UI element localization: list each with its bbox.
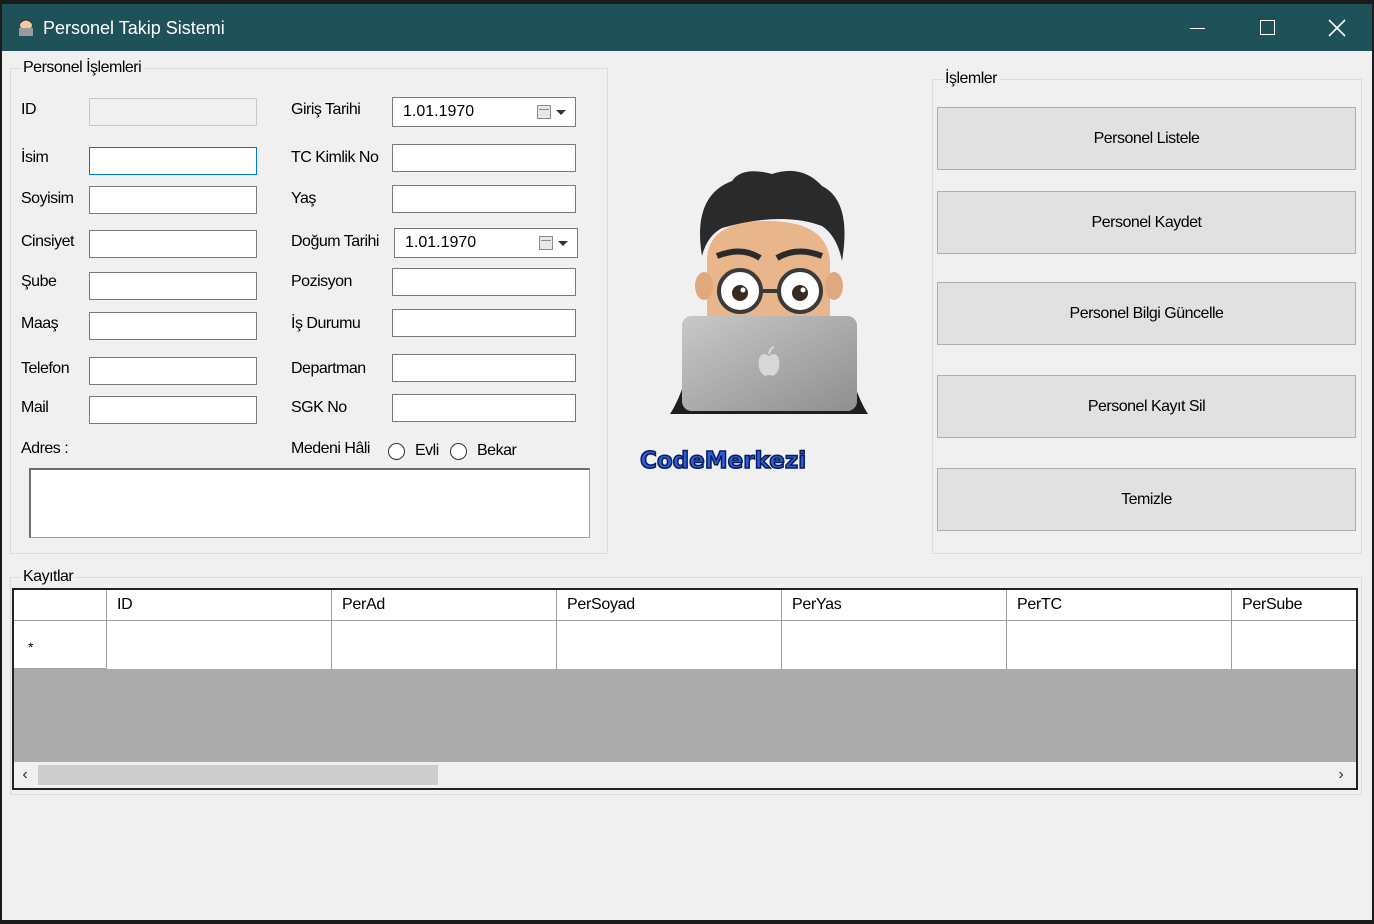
table-cell[interactable] <box>107 621 332 669</box>
personel-bilgi-guncelle-button[interactable]: Personel Bilgi Güncelle <box>937 282 1356 345</box>
table-cell[interactable] <box>1232 621 1356 669</box>
close-button[interactable] <box>1302 4 1372 51</box>
column-header-perad[interactable]: PerAd <box>332 590 557 620</box>
row-header-new[interactable]: * <box>14 621 107 669</box>
giris-tarihi-label: Giriş Tarihi <box>291 101 361 118</box>
sube-field[interactable] <box>89 272 257 300</box>
mail-label: Mail <box>21 399 49 416</box>
minimize-icon <box>1189 27 1205 30</box>
is-durumu-label: İş Durumu <box>291 315 361 332</box>
chevron-down-icon[interactable] <box>558 241 568 246</box>
window-title: Personel Takip Sistemi <box>43 18 225 38</box>
adres-textarea[interactable] <box>29 468 590 538</box>
person-app-icon <box>19 19 33 36</box>
sube-label: Şube <box>21 273 57 290</box>
maas-field[interactable] <box>89 312 257 340</box>
codemerkezi-logo: CodeMerkezi <box>639 447 807 475</box>
sgk-no-label: SGK No <box>291 399 347 416</box>
table-row[interactable]: * <box>14 621 1356 669</box>
title-bar[interactable]: Personel Takip Sistemi <box>2 4 1372 51</box>
maximize-icon <box>1259 20 1275 35</box>
column-header-peryas[interactable]: PerYas <box>782 590 1007 620</box>
personel-listele-button[interactable]: Personel Listele <box>937 107 1356 170</box>
bekar-radio[interactable] <box>450 443 467 460</box>
column-header-pertc[interactable]: PerTC <box>1007 590 1232 620</box>
evli-label[interactable]: Evli <box>415 442 439 460</box>
chevron-down-icon[interactable] <box>556 110 566 115</box>
sgk-no-field[interactable] <box>392 394 576 422</box>
chevron-left-icon[interactable]: ‹ <box>16 766 34 784</box>
soyisim-field[interactable] <box>89 186 257 214</box>
is-durumu-field[interactable] <box>392 309 576 337</box>
maas-label: Maaş <box>21 315 59 332</box>
column-header-persube[interactable]: PerSube <box>1232 590 1356 620</box>
column-header-id[interactable]: ID <box>107 590 332 620</box>
medeni-hali-label: Medeni Hâli <box>291 440 370 457</box>
tc-kimlik-no-label: TC Kimlik No <box>291 149 379 166</box>
departman-field[interactable] <box>392 354 576 382</box>
table-cell[interactable] <box>1007 621 1232 669</box>
main-window: Personel Takip Sistemi Personel İşlemler… <box>2 4 1372 920</box>
dogum-tarihi-label: Doğum Tarihi <box>291 233 379 250</box>
temizle-button[interactable]: Temizle <box>937 468 1356 531</box>
isim-label: İsim <box>21 149 49 166</box>
kayitlar-legend: Kayıtlar <box>21 568 76 586</box>
tc-kimlik-no-field[interactable] <box>392 144 576 172</box>
table-cell[interactable] <box>557 621 782 669</box>
telefon-label: Telefon <box>21 360 70 377</box>
close-icon <box>1328 18 1346 37</box>
avatar-illustration <box>670 170 868 414</box>
yas-field[interactable] <box>392 185 576 213</box>
adres-label: Adres : <box>21 440 69 457</box>
minimize-button[interactable] <box>1162 4 1232 51</box>
islemler-legend: İşlemler <box>943 70 1000 88</box>
scrollbar-thumb[interactable] <box>38 765 438 785</box>
yas-label: Yaş <box>291 190 316 207</box>
grid-header-row: ID PerAd PerSoyad PerYas PerTC PerSube <box>14 590 1356 621</box>
pozisyon-label: Pozisyon <box>291 273 352 290</box>
maximize-button[interactable] <box>1232 4 1302 51</box>
personel-kaydet-button[interactable]: Personel Kaydet <box>937 191 1356 254</box>
table-cell[interactable] <box>332 621 557 669</box>
mail-field[interactable] <box>89 396 257 424</box>
giris-tarihi-value: 1.01.1970 <box>403 103 475 120</box>
table-cell[interactable] <box>782 621 1007 669</box>
id-field[interactable] <box>89 98 257 126</box>
new-row-marker: * <box>28 639 34 655</box>
chevron-right-icon[interactable]: › <box>1332 766 1350 784</box>
departman-label: Departman <box>291 360 366 377</box>
id-label: ID <box>21 101 37 118</box>
cinsiyet-field[interactable] <box>89 230 257 258</box>
pozisyon-field[interactable] <box>392 268 576 296</box>
personel-islemleri-legend: Personel İşlemleri <box>21 59 144 77</box>
soyisim-label: Soyisim <box>21 190 74 207</box>
personel-kayit-sil-button[interactable]: Personel Kayıt Sil <box>937 375 1356 438</box>
calendar-icon <box>537 105 551 119</box>
cinsiyet-label: Cinsiyet <box>21 233 74 250</box>
giris-tarihi-datepicker[interactable]: 1.01.1970 <box>392 97 576 127</box>
telefon-field[interactable] <box>89 357 257 385</box>
column-header-persoyad[interactable]: PerSoyad <box>557 590 782 620</box>
calendar-icon <box>539 236 553 250</box>
dogum-tarihi-value: 1.01.1970 <box>405 234 477 251</box>
bekar-label[interactable]: Bekar <box>477 442 517 460</box>
evli-radio[interactable] <box>388 443 405 460</box>
kayitlar-datagrid[interactable]: ID PerAd PerSoyad PerYas PerTC PerSube *… <box>12 588 1358 790</box>
horizontal-scrollbar[interactable]: ‹ › <box>14 762 1356 788</box>
isim-field[interactable] <box>89 147 257 175</box>
dogum-tarihi-datepicker[interactable]: 1.01.1970 <box>394 228 578 258</box>
row-header-corner[interactable] <box>14 590 107 620</box>
